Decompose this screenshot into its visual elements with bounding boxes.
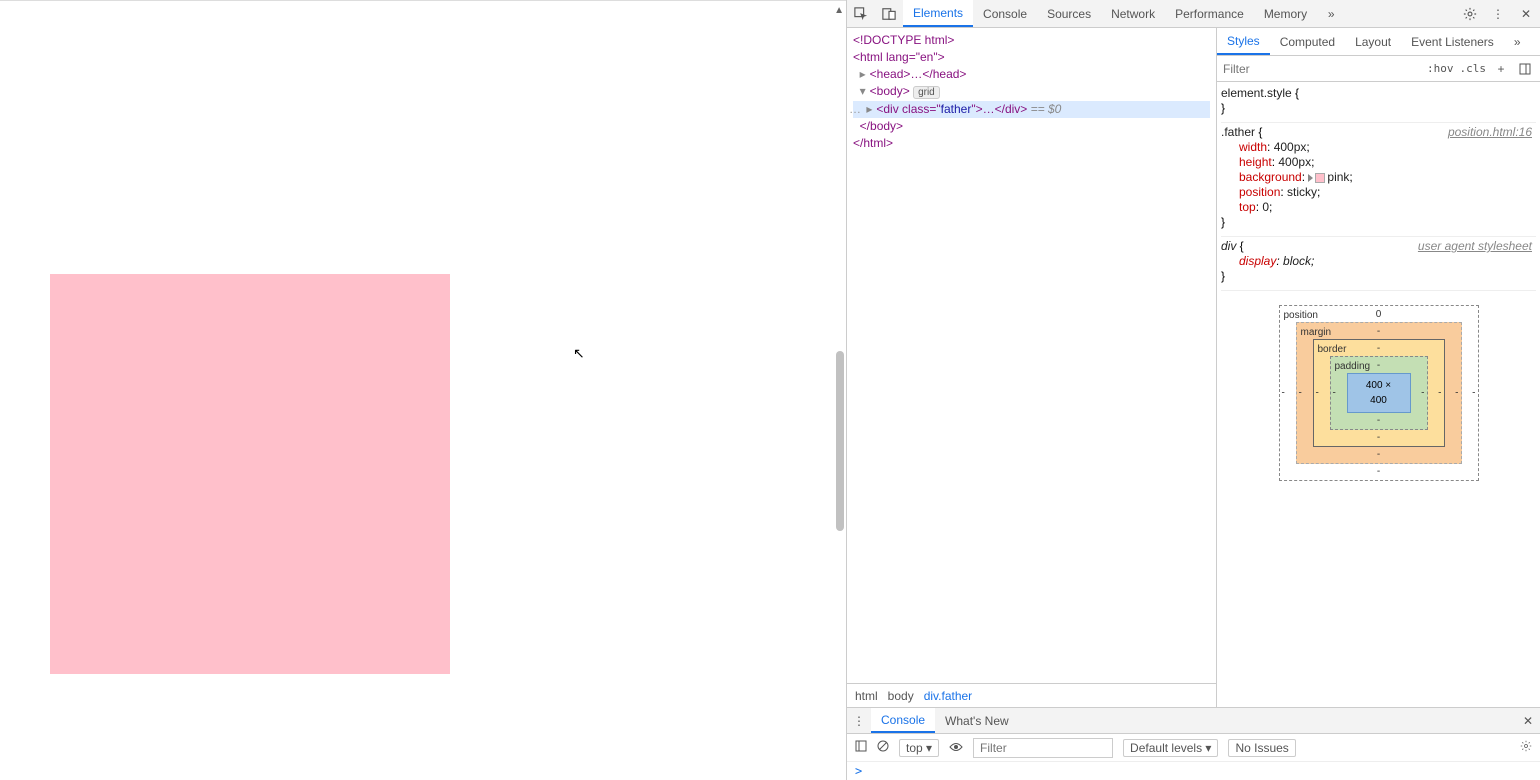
hov-toggle[interactable]: :hov: [1427, 62, 1454, 75]
expand-icon[interactable]: ▸: [860, 66, 870, 83]
box-model-margin[interactable]: margin - - - - border - - - -: [1296, 322, 1462, 464]
rule-father[interactable]: position.html:16 .father { width: 400px;…: [1221, 123, 1536, 237]
crumb-html[interactable]: html: [855, 689, 878, 703]
tab-sources[interactable]: Sources: [1037, 0, 1101, 27]
box-model-position[interactable]: position 0 - - - margin - - - -: [1279, 305, 1479, 481]
device-toolbar-icon[interactable]: [875, 0, 903, 28]
tab-performance[interactable]: Performance: [1165, 0, 1254, 27]
color-swatch-icon[interactable]: [1315, 173, 1325, 183]
tab-network[interactable]: Network: [1101, 0, 1165, 27]
console-toolbar: top ▾ Default levels ▾ No Issues: [847, 734, 1540, 762]
father-div[interactable]: [50, 274, 450, 674]
rule-source-link[interactable]: position.html:16: [1448, 125, 1532, 140]
box-model[interactable]: position 0 - - - margin - - - -: [1221, 291, 1536, 495]
rule-div-ua[interactable]: user agent stylesheet div { display: blo…: [1221, 237, 1536, 291]
console-sidebar-toggle-icon[interactable]: [855, 740, 867, 755]
dom-line-selected[interactable]: ▸<div class="father">…</div> == $0: [853, 101, 1210, 118]
styles-filterbar: :hov .cls +: [1217, 56, 1540, 82]
devtools-main-tabs: Elements Console Sources Network Perform…: [903, 0, 1345, 27]
expand-shorthand-icon[interactable]: [1308, 174, 1313, 182]
close-devtools-icon[interactable]: ✕: [1512, 0, 1540, 28]
new-rule-plus-icon[interactable]: +: [1492, 60, 1510, 78]
styles-tabs: Styles Computed Layout Event Listeners »: [1217, 28, 1540, 56]
dom-tree[interactable]: <!DOCTYPE html> <html lang="en"> ▸<head>…: [847, 28, 1216, 683]
dom-line-html-open[interactable]: <html lang="en">: [853, 49, 1210, 66]
dom-breadcrumb: html body div.father: [847, 683, 1216, 707]
dom-line-body-close[interactable]: </body>: [853, 118, 1210, 135]
tab-memory[interactable]: Memory: [1254, 0, 1317, 27]
styles-rules[interactable]: element.style {} position.html:16 .fathe…: [1217, 82, 1540, 707]
rendered-page[interactable]: ▲ ↖: [0, 0, 846, 780]
dom-panel: <!DOCTYPE html> <html lang="en"> ▸<head>…: [847, 28, 1217, 707]
devtools-panel: Elements Console Sources Network Perform…: [846, 0, 1540, 780]
more-tabs-icon[interactable]: »: [1317, 0, 1345, 28]
tab-console[interactable]: Console: [973, 0, 1037, 27]
styles-panel: Styles Computed Layout Event Listeners »…: [1217, 28, 1540, 707]
devtools-topbar: Elements Console Sources Network Perform…: [847, 0, 1540, 28]
clear-console-icon[interactable]: [877, 740, 889, 755]
tab-elements[interactable]: Elements: [903, 0, 973, 27]
dom-line-head[interactable]: ▸<head>…</head>: [853, 66, 1210, 83]
inspect-element-icon[interactable]: [847, 0, 875, 28]
dom-line-doctype[interactable]: <!DOCTYPE html>: [853, 32, 1210, 49]
live-expression-eye-icon[interactable]: [949, 741, 963, 755]
drawer-tab-whatsnew[interactable]: What's New: [935, 708, 1019, 733]
grid-badge[interactable]: grid: [913, 86, 940, 99]
kebab-menu-icon[interactable]: ⋮: [1484, 0, 1512, 28]
console-prompt[interactable]: >: [847, 762, 1540, 780]
dom-line-html-close[interactable]: </html>: [853, 135, 1210, 152]
collapse-icon[interactable]: ▾: [860, 83, 870, 100]
tab-computed[interactable]: Computed: [1270, 28, 1345, 55]
box-model-border[interactable]: border - - - - padding - - -: [1313, 339, 1445, 447]
mouse-cursor-icon: ↖: [573, 345, 585, 362]
expand-icon[interactable]: ▸: [866, 101, 876, 118]
page-scrollbar-thumb[interactable]: [836, 351, 844, 531]
dom-line-body-open[interactable]: ▾<body> grid: [853, 83, 1210, 101]
crumb-selected[interactable]: div.father: [924, 689, 972, 703]
log-levels-selector[interactable]: Default levels ▾: [1123, 739, 1218, 757]
drawer-menu-icon[interactable]: ⋮: [847, 714, 871, 728]
rule-element-style[interactable]: element.style {}: [1221, 84, 1536, 123]
tab-event-listeners[interactable]: Event Listeners: [1401, 28, 1504, 55]
scroll-up-arrow[interactable]: ▲: [834, 5, 844, 16]
drawer-tabs: ⋮ Console What's New ✕: [847, 708, 1540, 734]
drawer-close-icon[interactable]: ✕: [1516, 714, 1540, 728]
toggle-sidebar-icon[interactable]: [1516, 60, 1534, 78]
console-drawer: ⋮ Console What's New ✕ top ▾ Default lev…: [847, 707, 1540, 780]
settings-gear-icon[interactable]: [1456, 0, 1484, 28]
tab-layout[interactable]: Layout: [1345, 28, 1401, 55]
console-context-selector[interactable]: top ▾: [899, 739, 939, 757]
more-styles-tabs-icon[interactable]: »: [1504, 28, 1531, 55]
cls-toggle[interactable]: .cls: [1460, 62, 1487, 75]
box-model-padding[interactable]: padding - - - - 400 × 400: [1330, 356, 1428, 430]
box-model-content[interactable]: 400 × 400: [1347, 373, 1411, 413]
issues-badge[interactable]: No Issues: [1228, 739, 1295, 757]
drawer-tab-console[interactable]: Console: [871, 708, 935, 733]
console-settings-gear-icon[interactable]: [1520, 740, 1532, 755]
rule-source-ua: user agent stylesheet: [1418, 239, 1532, 254]
crumb-body[interactable]: body: [888, 689, 914, 703]
console-filter-input[interactable]: [973, 738, 1113, 758]
tab-styles[interactable]: Styles: [1217, 28, 1270, 55]
styles-filter-input[interactable]: [1223, 62, 1421, 76]
